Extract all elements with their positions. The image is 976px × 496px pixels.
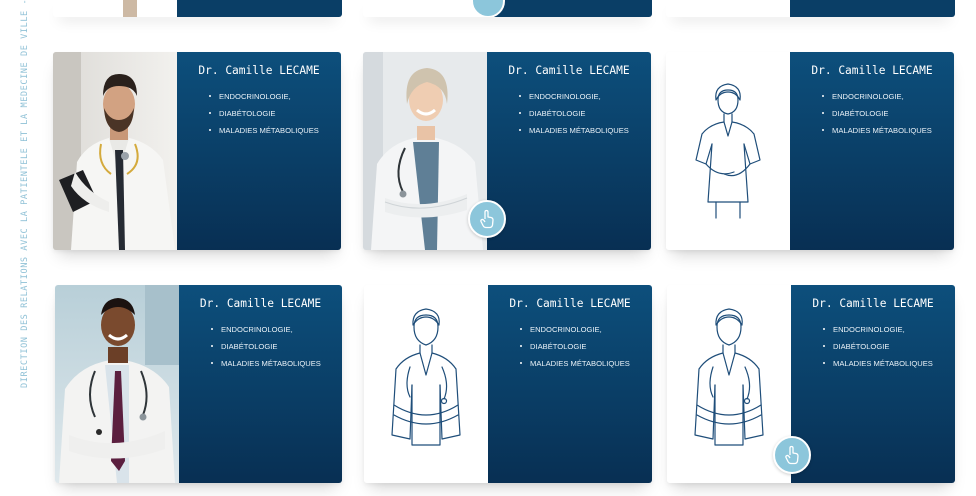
specialties-list: Endocrinologie, diabétologie maladies mé… bbox=[519, 88, 629, 139]
nurse-line-illustration bbox=[666, 52, 790, 250]
doctor-name: Dr. Camille LECAME bbox=[509, 297, 631, 310]
card-stub-top-3 bbox=[666, 0, 955, 17]
card-info-panel: Dr. Camille LECAME Endocrinologie, diabé… bbox=[790, 52, 954, 250]
specialty-item: Endocrinologie, bbox=[519, 88, 629, 105]
card-info-panel: Dr. Camille LECAME Endocrinologie, diabé… bbox=[488, 285, 652, 483]
specialty-item: Endocrinologie, bbox=[211, 321, 321, 338]
specialty-item: diabétologie bbox=[822, 105, 932, 122]
doctor-line-illustration bbox=[364, 285, 488, 483]
specialty-item: maladies métaboliques bbox=[822, 122, 932, 139]
specialty-item: diabétologie bbox=[520, 338, 630, 355]
specialty-item: diabétologie bbox=[211, 338, 321, 355]
card-info-panel: Dr. Camille LECAME Endocrinologie, diabé… bbox=[179, 285, 342, 483]
doctor-name: Dr. Camille LECAME bbox=[199, 297, 322, 310]
specialty-item: diabétologie bbox=[823, 338, 933, 355]
specialties-list: Endocrinologie, diabétologie maladies mé… bbox=[520, 321, 630, 372]
tap-finger-icon[interactable] bbox=[468, 200, 506, 238]
specialty-item: Endocrinologie, bbox=[520, 321, 630, 338]
card-info-panel: Dr. Camille LECAME Endocrinologie, diabé… bbox=[177, 52, 341, 250]
specialty-item: maladies métaboliques bbox=[211, 355, 321, 372]
side-vertical-label: DIRECTION DES RELATIONS AVEC LA PATIENTÈ… bbox=[20, 0, 36, 400]
specialty-item: Endocrinologie, bbox=[822, 88, 932, 105]
specialty-item: diabétologie bbox=[519, 105, 629, 122]
tap-finger-icon[interactable] bbox=[773, 436, 811, 474]
doctor-name: Dr. Camille LECAME bbox=[811, 64, 933, 77]
vertical-label-text: DIRECTION DES RELATIONS AVEC LA PATIENTÈ… bbox=[20, 0, 30, 388]
specialty-item: maladies métaboliques bbox=[823, 355, 933, 372]
doctor-card[interactable]: Dr. Camille LECAME Endocrinologie, diabé… bbox=[364, 285, 652, 483]
doctor-name: Dr. Camille LECAME bbox=[198, 64, 320, 77]
doctor-card[interactable]: Dr. Camille LECAME Endocrinologie, diabé… bbox=[363, 52, 651, 250]
card-stub-top-1 bbox=[53, 0, 342, 17]
doctor-card[interactable]: Dr. Camille LECAME Endocrinologie, diabé… bbox=[53, 52, 341, 250]
specialties-list: Endocrinologie, diabétologie maladies mé… bbox=[211, 321, 321, 372]
doctor-card[interactable]: Dr. Camille LECAME Endocrinologie, diabé… bbox=[55, 285, 342, 483]
specialties-list: Endocrinologie, diabétologie maladies mé… bbox=[823, 321, 933, 372]
male-doctor-smiling-photo bbox=[55, 285, 179, 483]
doctor-card[interactable]: Dr. Camille LECAME Endocrinologie, diabé… bbox=[666, 52, 954, 250]
specialty-item: maladies métaboliques bbox=[519, 122, 629, 139]
male-doctor-beard-photo bbox=[53, 52, 177, 250]
doctor-name: Dr. Camille LECAME bbox=[508, 64, 630, 77]
specialty-item: Endocrinologie, bbox=[823, 321, 933, 338]
specialty-item: maladies métaboliques bbox=[209, 122, 319, 139]
card-info-panel: Dr. Camille LECAME Endocrinologie, diabé… bbox=[487, 52, 651, 250]
card-info-panel: Dr. Camille LECAME Endocrinologie, diabé… bbox=[791, 285, 955, 483]
card-stub-top-2 bbox=[363, 0, 652, 17]
specialty-item: maladies métaboliques bbox=[520, 355, 630, 372]
doctor-name: Dr. Camille LECAME bbox=[812, 297, 934, 310]
specialty-item: Endocrinologie, bbox=[209, 88, 319, 105]
doctor-card[interactable]: Dr. Camille LECAME Endocrinologie, diabé… bbox=[667, 285, 955, 483]
specialties-list: Endocrinologie, diabétologie maladies mé… bbox=[209, 88, 319, 139]
specialties-list: Endocrinologie, diabétologie maladies mé… bbox=[822, 88, 932, 139]
specialty-item: diabétologie bbox=[209, 105, 319, 122]
